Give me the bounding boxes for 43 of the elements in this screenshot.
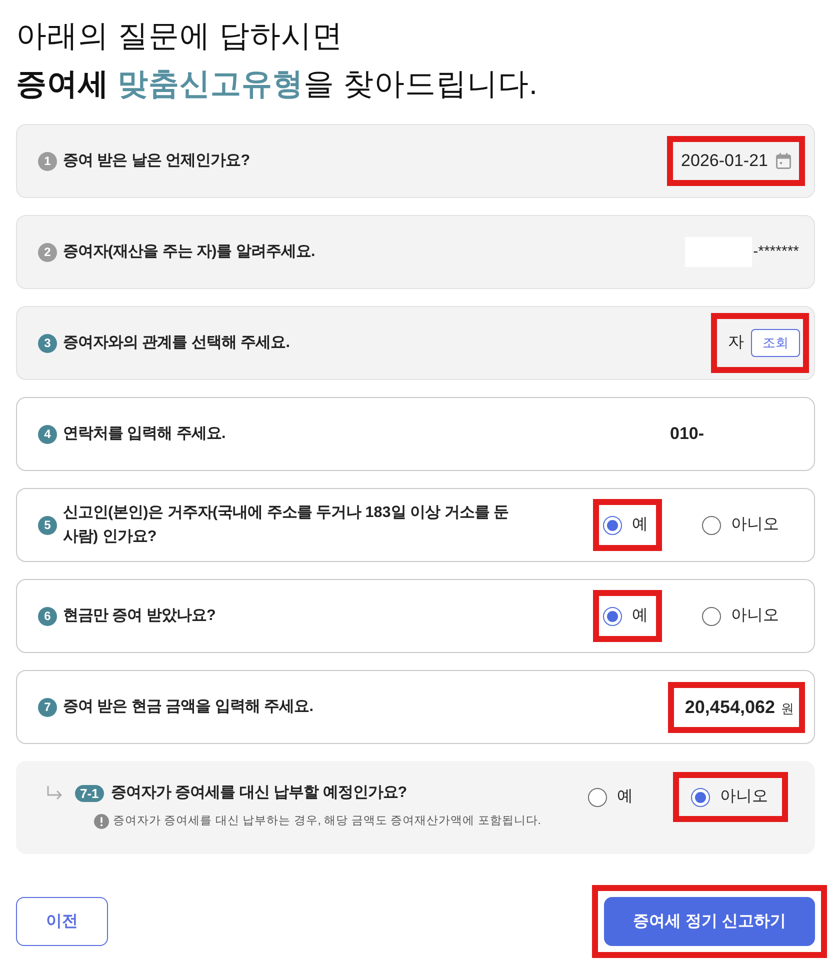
radio-button[interactable]: [702, 606, 721, 626]
option-label[interactable]: 아니오: [720, 785, 768, 809]
question-text: 증여자와의 관계를 선택해 주세요.: [63, 333, 290, 353]
radio-button[interactable]: [603, 516, 622, 534]
submit-button[interactable]: 증여세 정기 신고하기: [604, 897, 815, 946]
number-badge: 3: [38, 334, 57, 352]
question-text: 증여 받은 현금 금액을 입력해 주세요.: [63, 697, 314, 717]
question-text: 증여 받은 날은 언제인가요?: [63, 151, 250, 171]
radio-button[interactable]: [588, 788, 607, 806]
number-badge: 7-1: [75, 784, 104, 802]
corner-arrow-icon: [47, 786, 63, 800]
question-text: 연락처를 입력해 주세요.: [63, 424, 226, 444]
number-badge: 1: [38, 152, 57, 170]
option-label[interactable]: 예: [617, 785, 633, 809]
lookup-button[interactable]: 조회: [751, 329, 800, 357]
radio-button[interactable]: [702, 516, 721, 534]
number-badge: 7: [38, 698, 57, 716]
option-label[interactable]: 예: [632, 513, 648, 537]
radio-button[interactable]: [603, 606, 622, 626]
masked-id-text: -*******: [752, 242, 799, 262]
heading-text: 아래의 질문에 답하시면: [16, 18, 344, 55]
radio-button[interactable]: [691, 788, 710, 806]
heading-text: 증여세 맞춤신고유형 을 찾아드립니다.: [16, 66, 538, 103]
unit-label: 원: [781, 700, 794, 718]
number-badge: 5: [38, 516, 57, 534]
exclamation-circle-icon: [94, 814, 109, 830]
date-field[interactable]: 2026-01-21: [681, 148, 791, 174]
question-text: 신고인(본인)은 거주자(국내에 주소를 두거나 183일 이상 거소를 둔 사람) 인가요?: [63, 503, 510, 547]
question-text: 현금만 증여 받았나요?: [63, 606, 216, 626]
question-text: 증여자(재산을 주는 자)를 알려주세요.: [63, 242, 316, 262]
option-label[interactable]: 아니오: [731, 604, 779, 628]
amount-field[interactable]: 20,454,062 원: [684, 694, 794, 720]
number-badge: 6: [38, 606, 57, 626]
number-badge: 2: [38, 242, 57, 262]
number-badge: 4: [38, 424, 57, 444]
back-button[interactable]: 이전: [16, 897, 108, 946]
calendar-icon[interactable]: [776, 153, 791, 169]
note-text: 증여자가 증여세를 대신 납부하는 경우, 해당 금액도 증여재산가액에 포함됩니다.: [113, 814, 541, 829]
question-text: 증여자가 증여세를 대신 납부할 예정인가요?: [110, 783, 408, 803]
option-label[interactable]: 아니오: [731, 513, 779, 537]
relation-value: 자: [728, 333, 744, 353]
option-label[interactable]: 예: [632, 604, 648, 628]
phone-field[interactable]: 010-: [670, 421, 799, 447]
